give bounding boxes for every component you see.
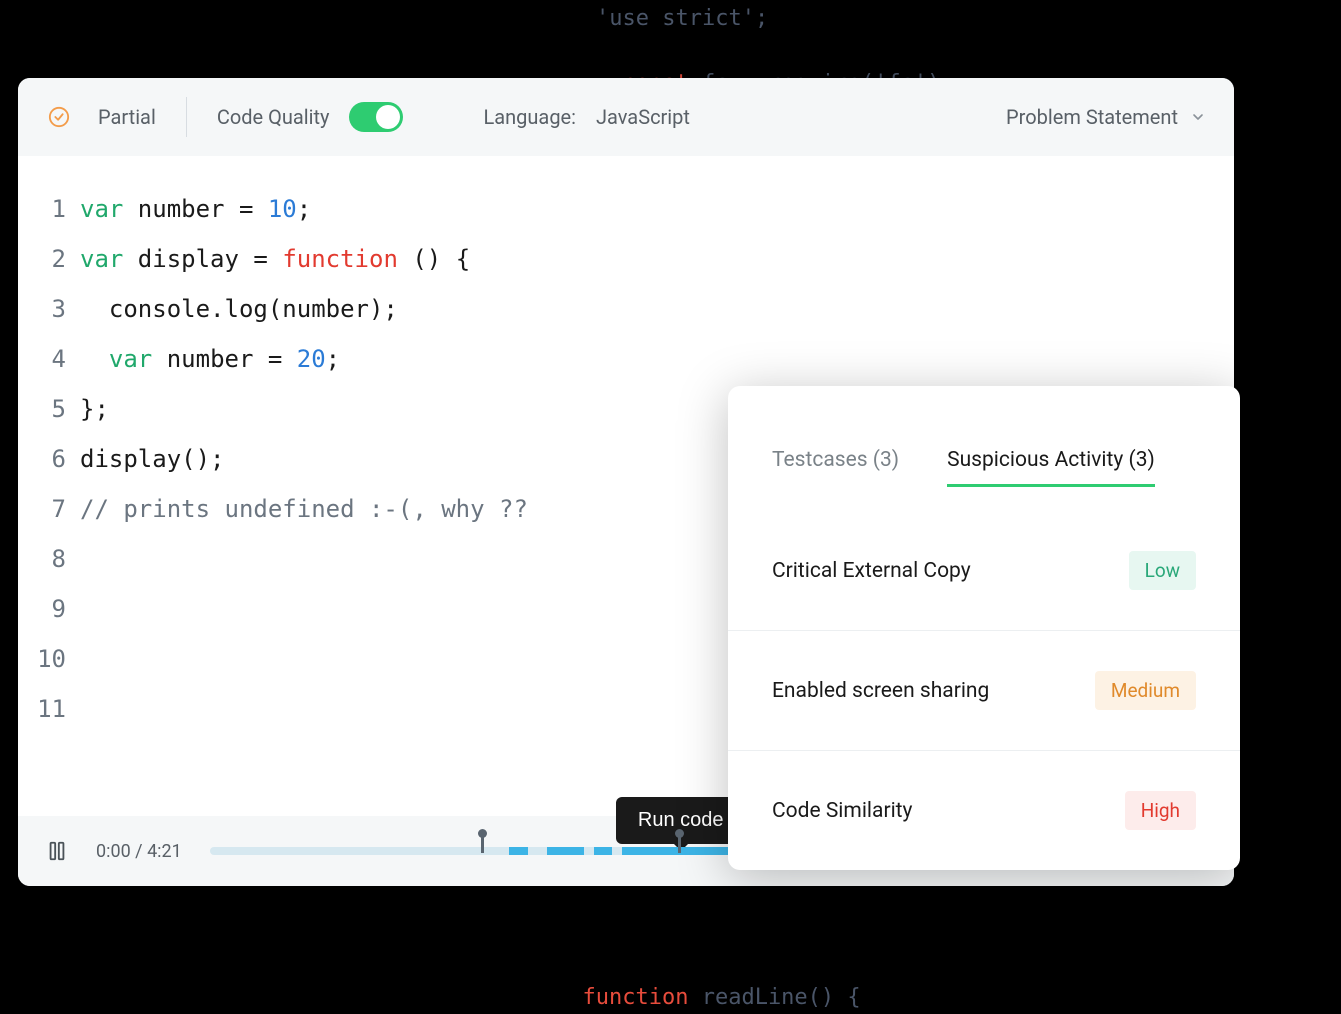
language-value: JavaScript	[596, 105, 690, 129]
code-line: var number = 10;	[80, 184, 1234, 234]
bg-code-line-1: 'use strict';	[596, 6, 768, 31]
code-quality-label: Code Quality	[217, 105, 330, 129]
activity-row[interactable]: Enabled screen sharing Medium	[728, 630, 1240, 750]
code-line: var display = function () {	[80, 234, 1234, 284]
code-line: console.log(number);	[80, 284, 1234, 334]
activity-label: Critical External Copy	[772, 559, 971, 583]
track-marker[interactable]	[678, 835, 681, 853]
line-number: 5	[18, 384, 66, 434]
severity-badge: High	[1125, 791, 1196, 830]
line-gutter: 1234567891011	[18, 184, 80, 816]
status-label: Partial	[98, 105, 156, 129]
code-quality-toggle[interactable]	[349, 102, 403, 132]
activity-segment	[594, 847, 613, 855]
tab-testcases[interactable]: Testcases (3)	[772, 448, 899, 487]
line-number: 3	[18, 284, 66, 334]
tab-suspicious-activity[interactable]: Suspicious Activity (3)	[947, 448, 1155, 487]
dropdown-label: Problem Statement	[1006, 105, 1178, 129]
problem-statement-dropdown[interactable]: Problem Statement	[1006, 105, 1204, 129]
playback-time: 0:00 / 4:21	[96, 841, 182, 862]
track-marker[interactable]	[481, 835, 484, 853]
severity-badge: Medium	[1095, 671, 1196, 710]
activity-rows: Critical External Copy Low Enabled screen …	[728, 505, 1240, 870]
line-number: 2	[18, 234, 66, 284]
line-number: 6	[18, 434, 66, 484]
divider	[186, 97, 187, 137]
severity-badge: Low	[1129, 551, 1196, 590]
line-number: 11	[18, 684, 66, 734]
line-number: 1	[18, 184, 66, 234]
activity-row[interactable]: Code Similarity High	[728, 750, 1240, 870]
chevron-down-icon	[1192, 111, 1204, 123]
pause-icon[interactable]	[46, 840, 68, 862]
activity-segment	[547, 847, 584, 855]
code-line: var number = 20;	[80, 334, 1234, 384]
partial-status-icon	[48, 106, 70, 128]
activity-row[interactable]: Critical External Copy Low	[728, 505, 1240, 630]
line-number: 4	[18, 334, 66, 384]
activity-panel: Testcases (3) Suspicious Activity (3) Cri…	[728, 386, 1240, 870]
line-number: 10	[18, 634, 66, 684]
activity-segment	[509, 847, 528, 855]
language-label: Language:	[483, 105, 576, 129]
line-number: 8	[18, 534, 66, 584]
activity-label: Code Similarity	[772, 799, 913, 823]
line-number: 9	[18, 584, 66, 634]
line-number: 7	[18, 484, 66, 534]
toolbar: Partial Code Quality Language: JavaScrip…	[18, 78, 1234, 156]
activity-label: Enabled screen sharing	[772, 679, 989, 703]
panel-tabs: Testcases (3) Suspicious Activity (3)	[728, 448, 1240, 505]
bg-code-line-bottom: function readLine() {	[556, 960, 861, 1010]
